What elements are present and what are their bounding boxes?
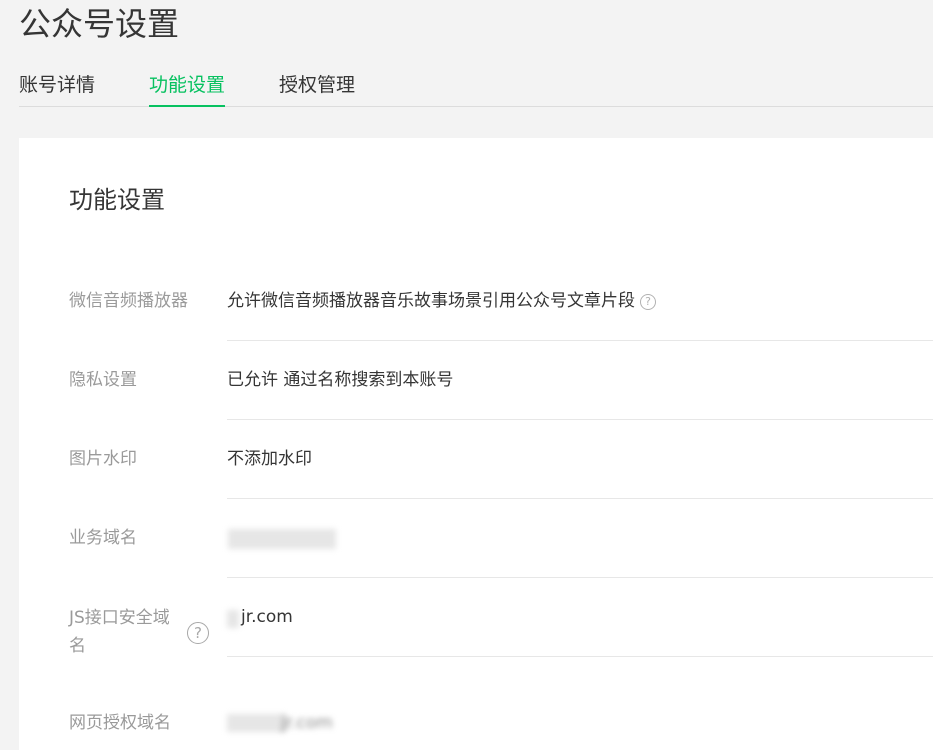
setting-value: jr.com xyxy=(241,607,293,627)
row-divider xyxy=(227,498,933,499)
setting-label: 图片水印 xyxy=(69,449,137,469)
row-divider xyxy=(227,656,933,657)
row-divider xyxy=(227,419,933,420)
row-divider xyxy=(227,577,933,578)
question-circle-icon[interactable]: ? xyxy=(187,622,209,644)
setting-label: JS接口安全域名 xyxy=(69,608,170,656)
page-title: 公众号设置 xyxy=(19,5,180,43)
question-circle-icon[interactable]: ? xyxy=(640,294,656,310)
setting-value: 允许微信音频播放器音乐故事场景引用公众号文章片段? xyxy=(227,288,656,314)
setting-value: 已允许 通过名称搜索到本账号 xyxy=(227,370,454,390)
setting-label: 网页授权域名 xyxy=(69,713,171,733)
setting-value: 不添加水印 xyxy=(227,449,312,469)
setting-label: 隐私设置 xyxy=(69,370,137,390)
tab-account-details[interactable]: 账号详情 xyxy=(19,66,95,105)
redacted-value xyxy=(228,529,336,549)
settings-card: 功能设置 微信音频播放器 允许微信音频播放器音乐故事场景引用公众号文章片段? 隐… xyxy=(19,138,933,750)
tab-authorization-management[interactable]: 授权管理 xyxy=(279,66,355,105)
tab-feature-settings[interactable]: 功能设置 xyxy=(149,66,226,107)
redacted-prefix xyxy=(227,610,239,628)
card-title: 功能设置 xyxy=(69,186,165,214)
tab-bar: 账号详情 功能设置 授权管理 xyxy=(19,66,933,107)
setting-label: 微信音频播放器 xyxy=(69,291,188,311)
setting-value-text: 允许微信音频播放器音乐故事场景引用公众号文章片段 xyxy=(227,291,635,311)
redacted-prefix xyxy=(227,714,287,732)
setting-label: 业务域名 xyxy=(69,528,137,548)
setting-value: jr.com xyxy=(281,713,333,733)
row-divider xyxy=(227,340,933,341)
